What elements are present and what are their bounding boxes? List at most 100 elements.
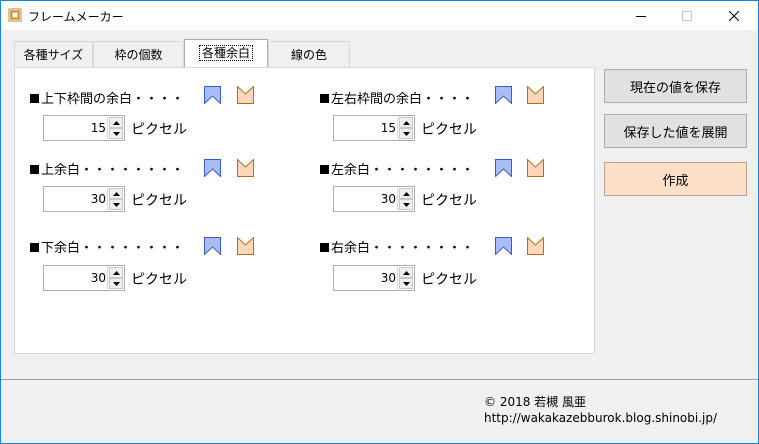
spin-up-button[interactable]: [109, 117, 123, 128]
spin-down-button[interactable]: [399, 199, 413, 210]
title-bar: フレームメーカー: [1, 1, 758, 30]
bottom-margin-stepper[interactable]: 30: [43, 265, 125, 291]
arrow-down-icon: [402, 202, 410, 207]
minimize-icon: [636, 15, 646, 17]
top-margin-heading: 上余白・・・・・・・・: [30, 159, 184, 178]
tab-label: 枠の個数: [114, 48, 163, 62]
tab-margins[interactable]: 各種余白: [184, 39, 268, 67]
stepper-value: 30: [90, 271, 106, 285]
heading-text: 右余白・・・・・・・・: [331, 241, 475, 256]
arrow-up-icon: [112, 191, 120, 196]
arrow-down-icon: [112, 281, 120, 286]
notch-flag-icon[interactable]: [527, 159, 544, 177]
spin-down-button[interactable]: [399, 278, 413, 289]
tab-label: 線の色: [290, 48, 327, 62]
bookmark-flag-icon[interactable]: [495, 159, 512, 177]
notch-flag-icon[interactable]: [237, 86, 254, 104]
stepper-value: 30: [380, 192, 396, 206]
heading-text: 下余白・・・・・・・・: [41, 241, 185, 256]
stepper-value: 15: [380, 121, 396, 135]
notch-flag-icon[interactable]: [237, 237, 254, 255]
footer-divider: [1, 379, 758, 380]
spin-up-button[interactable]: [399, 267, 413, 278]
tab-label: 各種サイズ: [23, 48, 84, 62]
bookmark-flag-icon[interactable]: [495, 237, 512, 255]
copyright-text: © 2018 若槻 風亜: [484, 395, 586, 409]
bookmark-flag-icon[interactable]: [204, 237, 221, 255]
notch-flag-icon[interactable]: [527, 86, 544, 104]
spin-down-button[interactable]: [109, 278, 123, 289]
tab-line-color[interactable]: 線の色: [268, 41, 350, 67]
bottom-margin-heading: 下余白・・・・・・・・: [30, 237, 184, 256]
bookmark-flag-icon[interactable]: [204, 159, 221, 177]
unit-label: ピクセル: [421, 122, 477, 138]
close-button[interactable]: [711, 1, 757, 30]
arrow-up-icon: [402, 120, 410, 125]
notch-flag-icon[interactable]: [237, 159, 254, 177]
tab-label: 各種余白: [198, 45, 254, 61]
arrow-down-icon: [112, 131, 120, 136]
spinner: [397, 188, 413, 210]
square-bullet-icon: [320, 243, 329, 252]
spin-up-button[interactable]: [109, 267, 123, 278]
spinner: [397, 117, 413, 139]
left-margin-stepper[interactable]: 30: [333, 186, 415, 212]
spin-up-button[interactable]: [399, 117, 413, 128]
spin-down-button[interactable]: [399, 128, 413, 139]
window-title: フレームメーカー: [28, 10, 124, 24]
bookmark-flag-icon[interactable]: [495, 86, 512, 104]
heading-text: 上余白・・・・・・・・: [41, 163, 185, 178]
tab-frame-count[interactable]: 枠の個数: [93, 41, 184, 67]
maximize-button[interactable]: [664, 1, 710, 30]
stepper-value: 30: [380, 271, 396, 285]
square-bullet-icon: [30, 94, 39, 103]
spin-up-button[interactable]: [399, 188, 413, 199]
spinner: [107, 117, 123, 139]
arrow-up-icon: [402, 270, 410, 275]
close-icon: [729, 10, 739, 21]
square-bullet-icon: [320, 94, 329, 103]
save-current-button[interactable]: 現在の値を保存: [604, 69, 747, 103]
main-window: フレームメーカー 各種サイズ 枠の個数 各種余白 線の色 上下枠間の余白・・・・: [0, 0, 759, 444]
author-url-link[interactable]: http://wakakazebburok.blog.shinobi.jp/: [484, 411, 717, 425]
arrow-up-icon: [112, 120, 120, 125]
arrow-down-icon: [402, 281, 410, 286]
inner-vertical-stepper[interactable]: 15: [43, 115, 125, 141]
app-icon: [8, 8, 22, 22]
spinner: [107, 267, 123, 289]
right-margin-heading: 右余白・・・・・・・・: [320, 237, 474, 256]
arrow-down-icon: [402, 131, 410, 136]
spin-up-button[interactable]: [109, 188, 123, 199]
heading-text: 左右枠間の余白・・・・: [331, 92, 475, 107]
spinner: [107, 188, 123, 210]
heading-text: 上下枠間の余白・・・・: [41, 92, 185, 107]
minimize-button[interactable]: [618, 1, 664, 30]
inner-horizontal-stepper[interactable]: 15: [333, 115, 415, 141]
tab-sizes[interactable]: 各種サイズ: [14, 41, 93, 67]
stepper-value: 30: [90, 192, 106, 206]
unit-label: ピクセル: [421, 272, 477, 288]
spin-down-button[interactable]: [109, 199, 123, 210]
left-margin-heading: 左余白・・・・・・・・: [320, 159, 474, 178]
spin-down-button[interactable]: [109, 128, 123, 139]
maximize-icon: [682, 10, 692, 21]
inner-vertical-heading: 上下枠間の余白・・・・: [30, 88, 184, 107]
bookmark-flag-icon[interactable]: [204, 86, 221, 104]
unit-label: ピクセル: [421, 193, 477, 209]
arrow-up-icon: [402, 191, 410, 196]
notch-flag-icon[interactable]: [527, 237, 544, 255]
stepper-value: 15: [90, 121, 106, 135]
load-saved-button[interactable]: 保存した値を展開: [604, 114, 747, 148]
inner-horizontal-heading: 左右枠間の余白・・・・: [320, 88, 474, 107]
spinner: [397, 267, 413, 289]
square-bullet-icon: [30, 243, 39, 252]
square-bullet-icon: [30, 165, 39, 174]
arrow-up-icon: [112, 270, 120, 275]
top-margin-stepper[interactable]: 30: [43, 186, 125, 212]
right-margin-stepper[interactable]: 30: [333, 265, 415, 291]
unit-label: ピクセル: [131, 272, 187, 288]
create-button[interactable]: 作成: [604, 162, 747, 196]
square-bullet-icon: [320, 165, 329, 174]
heading-text: 左余白・・・・・・・・: [331, 163, 475, 178]
unit-label: ピクセル: [131, 193, 187, 209]
